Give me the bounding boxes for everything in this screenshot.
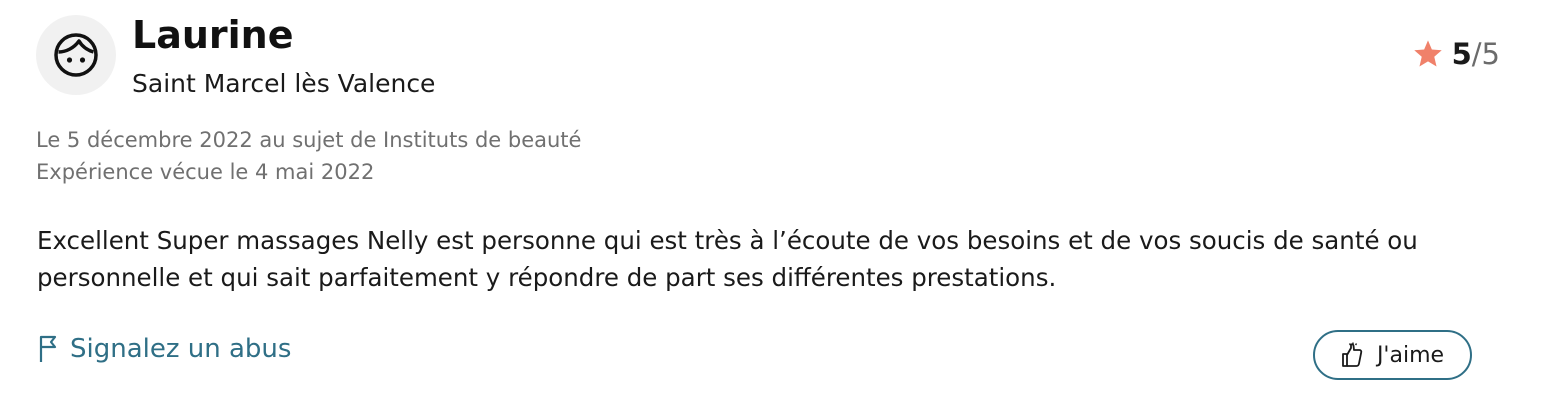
review-text: Excellent Super massages Nelly est perso… bbox=[37, 226, 1418, 292]
like-button[interactable]: J'aime bbox=[1313, 330, 1472, 380]
thumbs-up-icon bbox=[1342, 342, 1363, 367]
author-location: Saint Marcel lès Valence bbox=[132, 69, 436, 98]
rating-score: 5 bbox=[1451, 37, 1472, 71]
review-card: Laurine Saint Marcel lès Valence 5/5 Le … bbox=[0, 0, 1556, 400]
face-icon bbox=[54, 33, 98, 77]
report-abuse-label: Signalez un abus bbox=[70, 334, 292, 364]
rating: 5/5 bbox=[1412, 34, 1500, 74]
rating-max: /5 bbox=[1471, 37, 1500, 71]
flag-icon bbox=[39, 335, 57, 362]
star-icon bbox=[1413, 40, 1442, 67]
like-label: J'aime bbox=[1376, 342, 1445, 368]
experience-date: Expérience vécue le 4 mai 2022 bbox=[36, 160, 375, 184]
review-date: Le 5 décembre 2022 au sujet de Instituts… bbox=[36, 128, 582, 152]
avatar bbox=[36, 15, 116, 95]
review-meta: Le 5 décembre 2022 au sujet de Instituts… bbox=[36, 124, 581, 188]
report-abuse-link[interactable]: Signalez un abus bbox=[38, 331, 291, 367]
author-name: Laurine bbox=[132, 13, 294, 57]
